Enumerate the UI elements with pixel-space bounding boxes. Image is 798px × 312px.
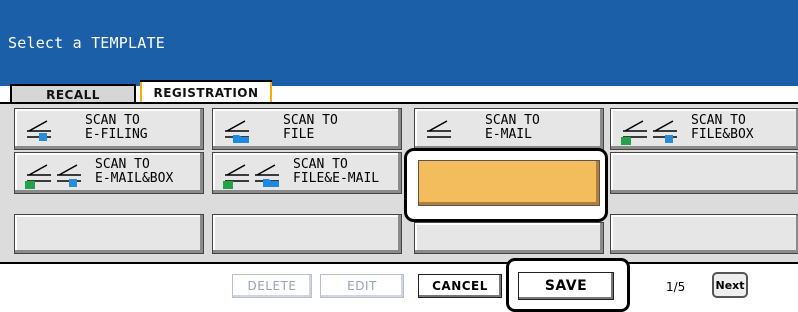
template-label: SCAN TO FILE&BOX [691,113,754,142]
scanner-box-icon [57,164,81,187]
template-empty[interactable] [212,214,402,254]
template-scan-to-fileemail[interactable]: SCAN TO FILE&E-MAIL [212,152,402,194]
delete-button[interactable]: DELETE [232,274,312,298]
template-label: SCAN TO E-MAIL&BOX [95,157,174,186]
scanner-file-icon [225,120,249,143]
template-label: SCAN TO E-MAIL [485,113,540,142]
next-button[interactable]: Next [712,272,748,298]
scanner-email-icon [255,164,279,187]
template-scan-to-email[interactable]: SCAN TO E-MAIL [414,108,604,150]
template-empty-selected[interactable] [418,160,600,206]
save-button[interactable]: SAVE [518,272,614,300]
template-scan-to-filebox[interactable]: SCAN TO FILE&BOX [610,108,798,150]
tab-recall[interactable]: RECALL [10,84,136,104]
scanner-file-icon [621,120,647,145]
template-label: SCAN TO FILE [283,113,338,142]
template-empty[interactable] [610,214,798,254]
template-scan-to-emailbox[interactable]: SCAN TO E-MAIL&BOX [14,152,204,194]
template-empty[interactable] [14,214,204,254]
template-empty[interactable] [610,152,798,194]
scanner-email-icon [25,164,51,189]
scanner-efiling-icon [27,120,51,141]
header-bar: Select a TEMPLATE [0,0,798,86]
template-empty[interactable] [414,222,604,254]
tab-registration[interactable]: REGISTRATION [140,80,272,104]
scanner-box-icon [653,120,677,143]
page-title: Select a TEMPLATE [8,34,165,52]
template-label: SCAN TO FILE&E-MAIL [293,157,380,186]
page-indicator: 1/5 [666,280,686,294]
scanner-email-icon [427,120,451,138]
cancel-button[interactable]: CANCEL [418,274,502,298]
template-scan-to-efiling[interactable]: SCAN TO E-FILING [14,108,204,150]
screen: Select a TEMPLATE RECALL REGISTRATION SC… [0,0,798,312]
template-scan-to-file[interactable]: SCAN TO FILE [212,108,402,150]
scanner-file-icon [223,164,249,189]
template-label: SCAN TO E-FILING [85,113,148,142]
edit-button[interactable]: EDIT [320,274,404,298]
